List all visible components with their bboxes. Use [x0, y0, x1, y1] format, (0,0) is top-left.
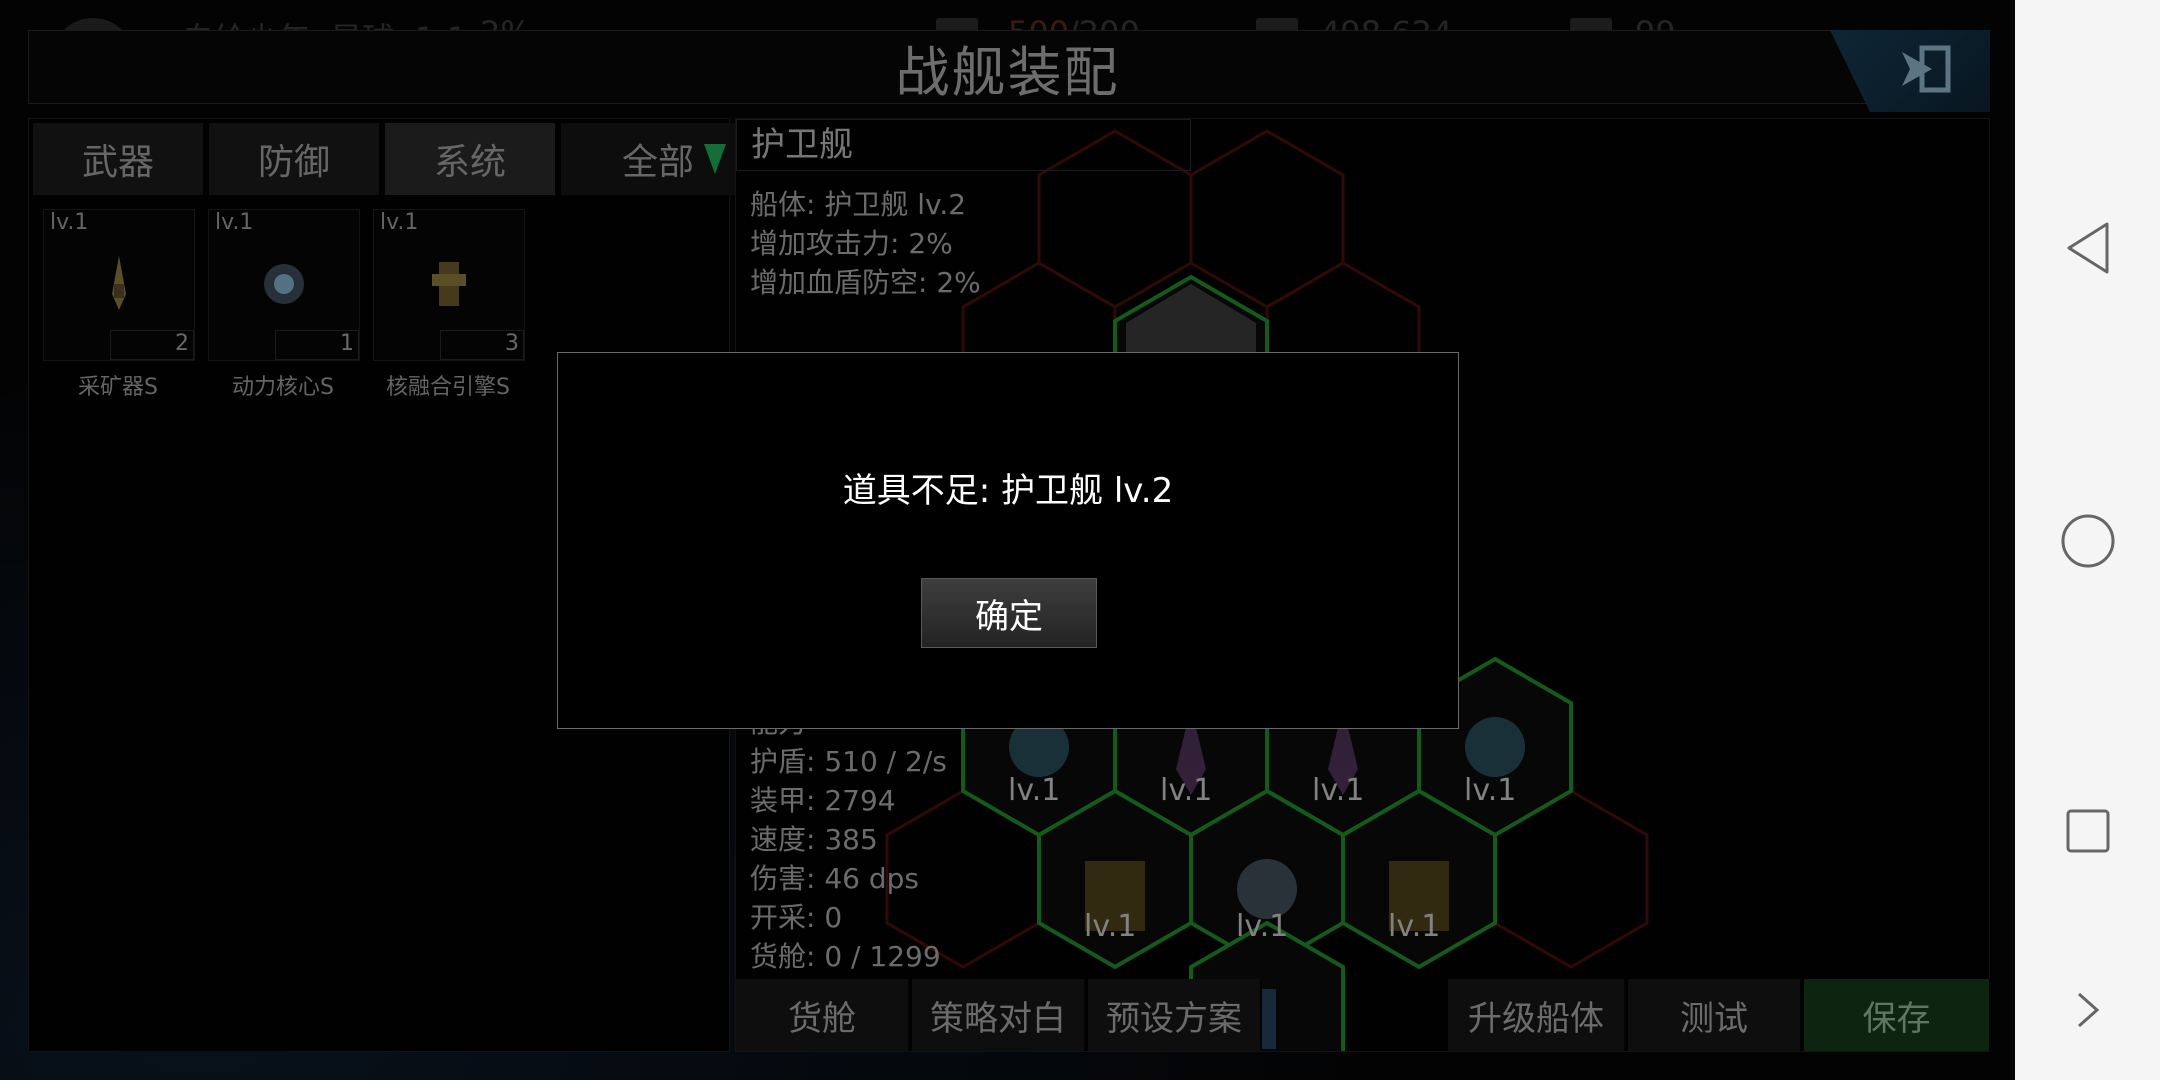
alert-dialog: 道具不足: 护卫舰 lv.2 确定 [557, 352, 1459, 729]
home-icon[interactable] [2059, 512, 2117, 570]
back-icon[interactable] [2063, 220, 2113, 276]
chevron-right-icon[interactable] [2075, 990, 2101, 1030]
button-label: 确定 [975, 596, 1043, 637]
confirm-button[interactable]: 确定 [921, 578, 1097, 648]
alert-message: 道具不足: 护卫舰 lv.2 [842, 471, 1174, 511]
recents-icon[interactable] [2065, 808, 2111, 854]
game-screen: 白给少年 星球: 1-1 2% 500 /200 498,624 99 战舰装配… [0, 0, 2015, 1080]
system-nav-bar [2015, 0, 2160, 1080]
